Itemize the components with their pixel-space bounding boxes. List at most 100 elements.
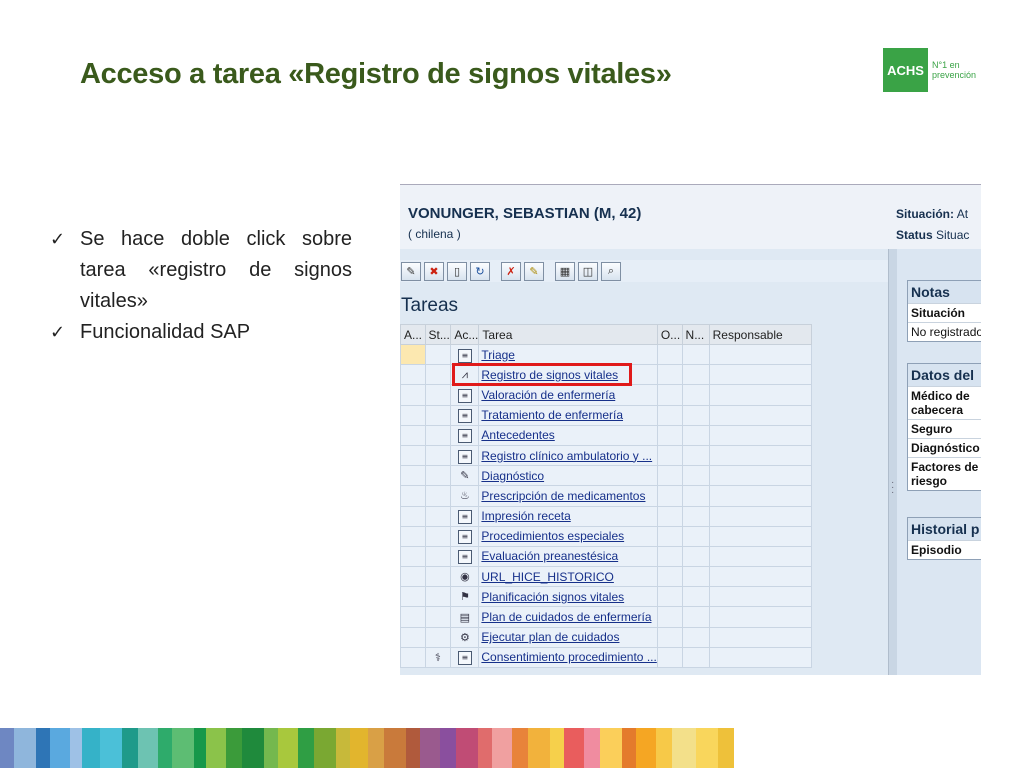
table-row[interactable]: ≡ Evaluación preanestésica <box>400 545 813 568</box>
action-cell[interactable]: ⚑ <box>450 586 480 608</box>
task-link[interactable]: Consentimiento procedimiento ... <box>481 650 656 664</box>
globe-icon[interactable]: ◉ <box>458 570 472 584</box>
doc-icon[interactable]: ≡ <box>457 348 472 363</box>
refresh-icon[interactable]: ↻ <box>470 261 490 281</box>
execute-icon[interactable]: ⚙ <box>458 631 472 645</box>
action-cell[interactable]: ♨ <box>450 485 480 507</box>
table-row[interactable]: ⚙ Ejecutar plan de cuidados <box>400 626 813 648</box>
doc-icon[interactable]: ≡ <box>457 651 472 666</box>
column-header[interactable]: A... <box>400 324 426 345</box>
task-link[interactable]: Valoración de enfermería <box>481 388 615 402</box>
n-cell <box>681 545 710 568</box>
column-header[interactable]: St... <box>424 324 452 345</box>
task-link[interactable]: Impresión receta <box>481 509 570 523</box>
task-link[interactable]: Plan de cuidados de enfermería <box>481 610 651 624</box>
action-cell[interactable]: ≡ <box>450 424 480 446</box>
table-row[interactable]: ≡ Tratamiento de enfermería <box>400 404 813 426</box>
task-link[interactable]: Tratamiento de enfermería <box>481 408 623 422</box>
action-cell[interactable]: ≡ <box>450 646 480 669</box>
edit-icon[interactable]: ✎ <box>524 261 544 281</box>
task-link[interactable]: Ejecutar plan de cuidados <box>481 630 619 644</box>
notas-value[interactable]: No registrado <box>908 322 981 341</box>
column-header[interactable]: Tarea <box>478 324 658 345</box>
task-link[interactable]: Planificación signos vitales <box>481 590 624 604</box>
logo-tagline-line2: prevención <box>932 70 977 80</box>
task-cell[interactable]: Impresión receta <box>478 505 658 527</box>
calendar-icon[interactable]: ▤ <box>458 611 472 625</box>
task-link[interactable]: Registro clínico ambulatorio y ... <box>481 449 652 463</box>
action-cell[interactable]: ✎ <box>450 465 480 487</box>
table-row[interactable]: ≡ Registro clínico ambulatorio y ... <box>400 444 813 467</box>
table-row[interactable]: ≡ Impresión receta <box>400 505 813 527</box>
o-cell <box>656 465 683 487</box>
responsable-cell <box>708 404 813 426</box>
confirm-icon[interactable]: ✎ <box>401 261 421 281</box>
task-cell[interactable]: URL_HICE_HISTORICO <box>478 566 658 588</box>
table-row[interactable]: ✎ Diagnóstico <box>400 465 813 487</box>
action-cell[interactable]: ≡ <box>450 525 480 547</box>
status-cell <box>424 364 452 386</box>
doc-icon[interactable]: ≡ <box>457 550 472 565</box>
task-cell[interactable]: Triage <box>478 343 658 366</box>
action-cell[interactable]: ≡ <box>450 545 480 568</box>
table-row[interactable]: ≡ Procedimientos especiales <box>400 525 813 547</box>
column-header[interactable]: N... <box>681 324 710 345</box>
column-header[interactable]: Responsable <box>708 324 813 345</box>
doc-icon[interactable]: ≡ <box>457 388 472 403</box>
action-cell[interactable]: ◉ <box>450 566 480 588</box>
task-link[interactable]: Diagnóstico <box>481 469 544 483</box>
task-link[interactable]: Evaluación preanestésica <box>481 549 618 563</box>
search-icon[interactable]: ⌕ <box>601 261 621 281</box>
layout-icon[interactable]: ◫ <box>578 261 598 281</box>
delete-icon[interactable]: ✗ <box>501 261 521 281</box>
plan-icon[interactable]: ⚑ <box>458 590 472 604</box>
column-header[interactable]: O... <box>656 324 683 345</box>
pills-icon[interactable]: ♨ <box>458 489 472 503</box>
task-cell[interactable]: Procedimientos especiales <box>478 525 658 547</box>
doc-icon[interactable]: ≡ <box>457 530 472 545</box>
table-row[interactable]: ≡ Triage <box>400 343 813 366</box>
status-cell <box>424 465 452 487</box>
task-cell[interactable]: Planificación signos vitales <box>478 586 658 608</box>
task-cell[interactable]: Antecedentes <box>478 424 658 446</box>
task-link[interactable]: Antecedentes <box>481 428 554 442</box>
task-cell[interactable]: Consentimiento procedimiento ... <box>478 646 658 669</box>
task-link[interactable]: URL_HICE_HISTORICO <box>481 570 613 584</box>
task-cell[interactable]: Ejecutar plan de cuidados <box>478 626 658 648</box>
action-cell[interactable]: ≡ <box>450 444 480 467</box>
action-cell[interactable]: ≡ <box>450 404 480 426</box>
task-cell[interactable]: Tratamiento de enfermería <box>478 404 658 426</box>
task-cell[interactable]: Diagnóstico <box>478 465 658 487</box>
new-document-icon[interactable]: ▯ <box>447 261 467 281</box>
table-row[interactable]: ♨ Prescripción de medicamentos <box>400 485 813 507</box>
doc-icon[interactable]: ≡ <box>457 429 472 444</box>
task-link[interactable]: Procedimientos especiales <box>481 529 624 543</box>
action-cell[interactable]: ▤ <box>450 606 480 628</box>
table-icon[interactable]: ▦ <box>555 261 575 281</box>
task-cell[interactable]: Evaluación preanestésica <box>478 545 658 568</box>
cancel-icon[interactable]: ✖ <box>424 261 444 281</box>
table-row[interactable]: ▤ Plan de cuidados de enfermería <box>400 606 813 628</box>
table-row[interactable]: ⚑ Planificación signos vitales <box>400 586 813 608</box>
action-cell[interactable]: ≡ <box>450 384 480 406</box>
table-row[interactable]: ◉ URL_HICE_HISTORICO <box>400 566 813 588</box>
task-cell[interactable]: Valoración de enfermería <box>478 384 658 406</box>
task-cell[interactable]: Plan de cuidados de enfermería <box>478 606 658 628</box>
task-cell[interactable]: Prescripción de medicamentos <box>478 485 658 507</box>
table-row[interactable]: ⚕ ≡ Consentimiento procedimiento ... <box>400 646 813 669</box>
task-cell[interactable]: Registro clínico ambulatorio y ... <box>478 444 658 467</box>
splitter-handle[interactable]: · · · <box>888 249 897 675</box>
column-header[interactable]: Ac... <box>450 324 480 345</box>
action-cell[interactable]: ≡ <box>450 343 480 366</box>
action-cell[interactable]: ≡ <box>450 505 480 527</box>
pencil-icon[interactable]: ✎ <box>458 469 472 483</box>
status-cell <box>424 404 452 426</box>
table-row[interactable]: ≡ Valoración de enfermería <box>400 384 813 406</box>
doc-icon[interactable]: ≡ <box>457 510 472 525</box>
doc-icon[interactable]: ≡ <box>457 449 472 464</box>
task-link[interactable]: Prescripción de medicamentos <box>481 489 645 503</box>
table-row[interactable]: ≡ Antecedentes <box>400 424 813 446</box>
action-cell[interactable]: ⚙ <box>450 626 480 648</box>
doc-icon[interactable]: ≡ <box>457 409 472 424</box>
task-link[interactable]: Triage <box>481 348 515 362</box>
